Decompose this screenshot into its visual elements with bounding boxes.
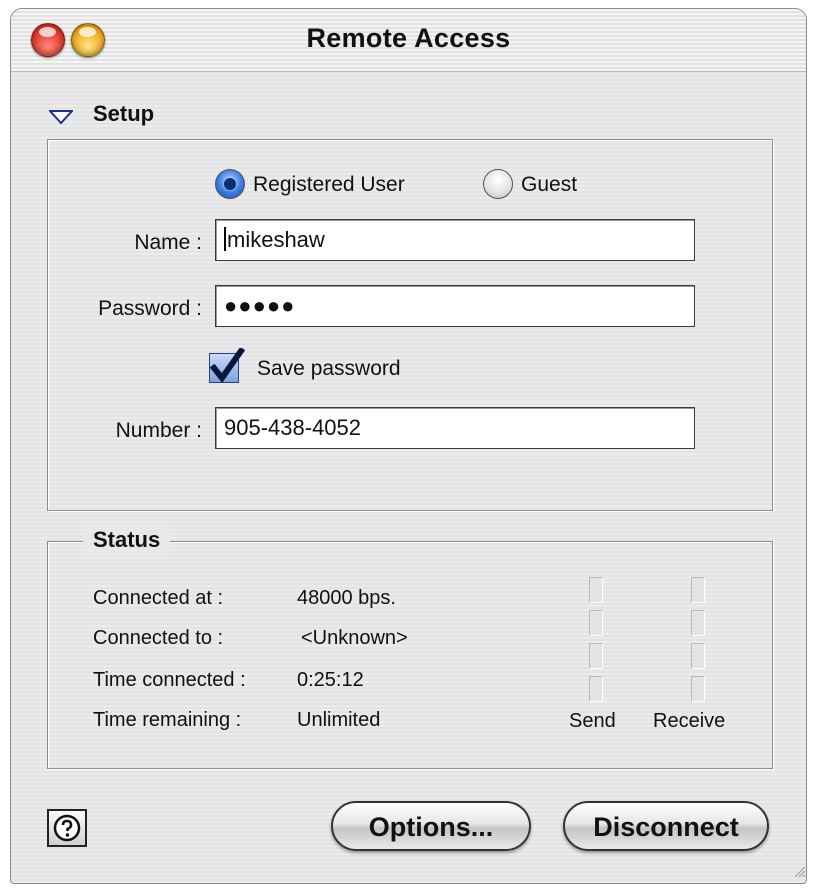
- receive-indicator-light: [691, 676, 705, 702]
- receive-indicator-light: [691, 577, 705, 603]
- send-indicator-light: [589, 676, 603, 702]
- send-indicator-light: [589, 643, 603, 669]
- connected-at-value: 48000 bps.: [297, 587, 396, 609]
- remote-access-window: Remote Access Setup Registered User Gues…: [10, 8, 807, 884]
- connected-to-value: <Unknown>: [301, 627, 408, 649]
- number-value: 905-438-4052: [224, 415, 362, 440]
- disconnect-button[interactable]: Disconnect: [563, 801, 769, 851]
- name-label: Name :: [134, 231, 202, 254]
- registered-user-radio[interactable]: [215, 169, 245, 199]
- password-value: ●●●●●: [224, 293, 296, 318]
- time-connected-label: Time connected :: [93, 669, 246, 691]
- registered-user-label[interactable]: Registered User: [253, 173, 405, 197]
- number-label: Number :: [115, 419, 202, 442]
- connected-at-label: Connected at :: [93, 587, 224, 609]
- save-password-checkbox[interactable]: [209, 348, 245, 383]
- time-remaining-label: Time remaining :: [93, 709, 242, 731]
- guest-label[interactable]: Guest: [521, 173, 577, 197]
- name-field[interactable]: mikeshaw: [215, 219, 695, 261]
- save-password-label[interactable]: Save password: [257, 357, 401, 381]
- time-remaining-value: Unlimited: [297, 709, 381, 731]
- connected-to-label: Connected to :: [93, 627, 224, 649]
- disclosure-triangle-icon[interactable]: [47, 110, 75, 129]
- resize-grip-icon[interactable]: [792, 864, 806, 883]
- receive-label: Receive: [653, 710, 726, 732]
- time-connected-value: 0:25:12: [297, 669, 364, 691]
- status-group: [47, 541, 773, 769]
- send-label: Send: [569, 710, 616, 732]
- send-indicator-light: [589, 610, 603, 636]
- checkmark-icon: [209, 348, 245, 383]
- receive-indicator-light: [691, 610, 705, 636]
- send-indicator-light: [589, 577, 603, 603]
- help-button[interactable]: [47, 809, 87, 847]
- number-field[interactable]: 905-438-4052: [215, 407, 695, 449]
- help-icon: [53, 814, 81, 842]
- title-bar[interactable]: Remote Access: [11, 9, 806, 72]
- receive-indicator-light: [691, 643, 705, 669]
- name-value: mikeshaw: [227, 227, 325, 252]
- guest-radio[interactable]: [483, 169, 513, 199]
- text-caret: [224, 227, 226, 251]
- status-section-label: Status: [83, 527, 171, 553]
- setup-section-label: Setup: [93, 101, 155, 126]
- options-button[interactable]: Options...: [331, 801, 531, 851]
- password-label: Password :: [98, 297, 202, 320]
- password-field[interactable]: ●●●●●: [215, 285, 695, 327]
- window-title: Remote Access: [306, 23, 511, 53]
